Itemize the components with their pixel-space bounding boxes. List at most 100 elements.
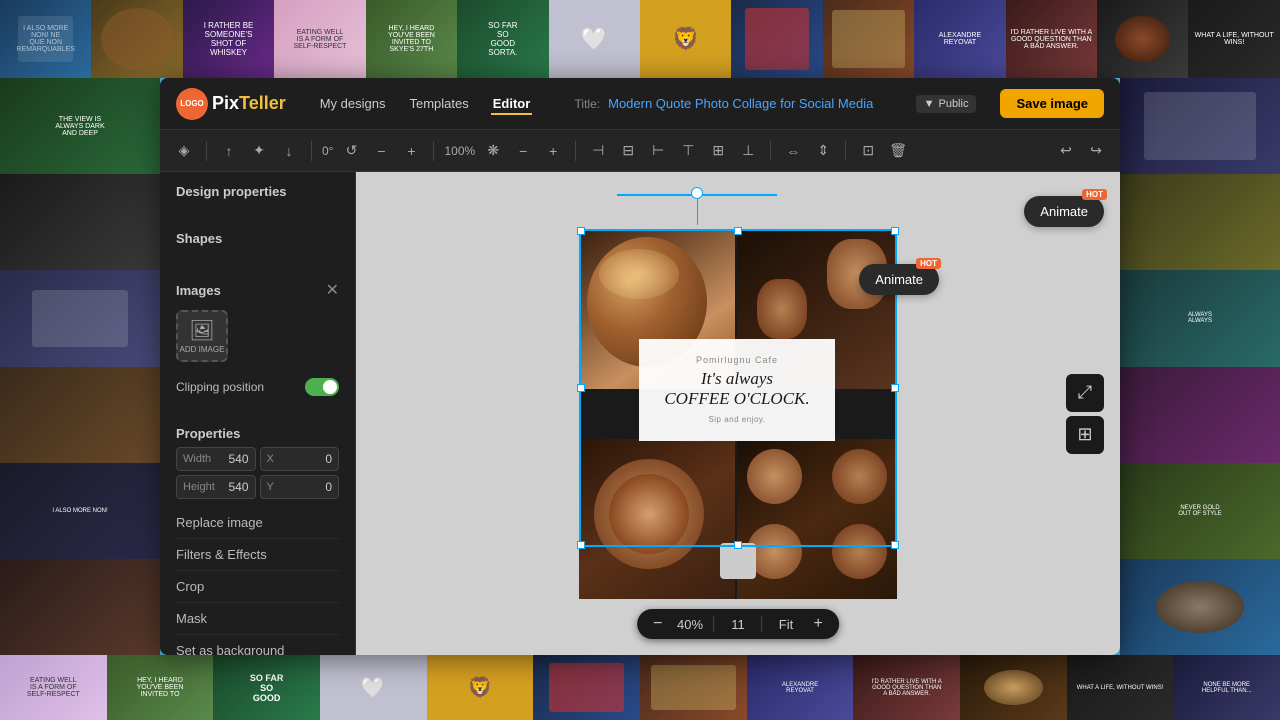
filters-effects-button[interactable]: Filters & Effects bbox=[176, 539, 339, 571]
y-label: Y bbox=[267, 481, 295, 493]
nav-editor[interactable]: Editor bbox=[491, 92, 533, 115]
strip-item[interactable] bbox=[1120, 174, 1280, 270]
strip-item[interactable] bbox=[91, 0, 182, 78]
strip-item[interactable]: I'D RATHER LIVE WITH AGOOD QUESTION THAN… bbox=[853, 655, 960, 720]
strip-item[interactable] bbox=[1120, 367, 1280, 463]
align-middle-icon[interactable]: ⊞ bbox=[706, 139, 730, 163]
clipping-row: Clipping position bbox=[176, 372, 339, 402]
strip-item[interactable] bbox=[0, 367, 160, 463]
strip-item[interactable] bbox=[823, 0, 914, 78]
strip-item[interactable] bbox=[533, 655, 640, 720]
strip-item[interactable] bbox=[731, 0, 822, 78]
strip-item[interactable]: ALEXANDREREYOVAT bbox=[914, 0, 1005, 78]
zoom-plus-icon[interactable]: + bbox=[541, 139, 565, 163]
left-strip: THE VIEW ISALWAYS DARKAND DEEP I ALSO MO… bbox=[0, 78, 160, 655]
plus-icon[interactable]: + bbox=[399, 139, 423, 163]
strip-item[interactable]: ALWAYSALWAYS bbox=[1120, 270, 1280, 366]
image-icon: 🖼 bbox=[189, 318, 214, 343]
mask-button[interactable]: Mask bbox=[176, 603, 339, 635]
width-label: Width bbox=[183, 453, 211, 465]
x-value[interactable]: 0 bbox=[299, 452, 333, 466]
move-down-icon[interactable]: ↓ bbox=[277, 139, 301, 163]
strip-item[interactable] bbox=[1120, 559, 1280, 655]
app-window: LOGO PixTeller My designs Templates Edit… bbox=[160, 78, 1120, 655]
placeholder-element[interactable] bbox=[720, 543, 756, 579]
strip-item[interactable]: ALEXANDREREYOVAT bbox=[747, 655, 854, 720]
strip-item[interactable]: 🤍 bbox=[320, 655, 427, 720]
strip-item[interactable]: I ALSO MORE NON! NEQUE NON REMARQUABLES bbox=[0, 0, 91, 78]
toolbar: ◈ ↑ ✦ ↓ 0° ↺ − + 100% ❋ − + ⊣ ⊟ ⊢ ⊤ ⊞ ⊥ … bbox=[160, 130, 1120, 172]
strip-item[interactable] bbox=[1097, 0, 1188, 78]
clipping-toggle[interactable] bbox=[305, 378, 339, 396]
strip-item[interactable]: HEY, I HEARDYOU'VE BEENINVITED TOSKYE'S … bbox=[366, 0, 457, 78]
flip-v-icon[interactable]: ⇕ bbox=[811, 139, 835, 163]
layers-icon[interactable]: ◈ bbox=[172, 139, 196, 163]
zoom-minus-icon[interactable]: − bbox=[511, 139, 535, 163]
delete-icon[interactable]: 🗑 bbox=[886, 139, 910, 163]
replace-image-button[interactable]: Replace image bbox=[176, 507, 339, 539]
strip-item[interactable]: EATING WELLIS A FORM OFSELF-RESPECT bbox=[0, 655, 107, 720]
top-banner: I ALSO MORE NON! NEQUE NON REMARQUABLES … bbox=[0, 0, 1280, 78]
center-card: Pomirlugnu Cafe It's always COFFEE O'CLO… bbox=[639, 339, 835, 441]
zoom-out-button[interactable]: − bbox=[649, 615, 666, 633]
rotate-icon[interactable]: ↺ bbox=[339, 139, 363, 163]
add-image-button[interactable]: 🖼 ADD IMAGE bbox=[176, 310, 228, 362]
animate-button[interactable]: Animate HOT bbox=[1024, 196, 1104, 227]
expand-icon[interactable]: ⤢ bbox=[1066, 374, 1104, 412]
nav-links: My designs Templates Editor bbox=[318, 92, 533, 115]
toolbar-separator bbox=[311, 141, 312, 161]
strip-item[interactable]: I RATHER BESOMEONE'SSHOT OFWHISKEY bbox=[183, 0, 274, 78]
strip-item[interactable]: HEY, I HEARDYOU'VE BEENINVITED TO bbox=[107, 655, 214, 720]
save-image-button[interactable]: Save image bbox=[1000, 89, 1104, 118]
animate-button[interactable]: Animate HOT bbox=[859, 264, 939, 295]
strip-item[interactable] bbox=[0, 174, 160, 270]
align-bottom-icon[interactable]: ⊥ bbox=[736, 139, 760, 163]
strip-item[interactable]: WHAT A LIFE, WITHOUT WINS! bbox=[1067, 655, 1174, 720]
move-icon[interactable]: ✦ bbox=[247, 139, 271, 163]
strip-item[interactable]: 🦁 bbox=[640, 0, 731, 78]
strip-item[interactable]: 🦁 bbox=[427, 655, 534, 720]
nav-my-designs[interactable]: My designs bbox=[318, 92, 388, 115]
align-center-icon[interactable]: ⊟ bbox=[616, 139, 640, 163]
images-header: Images ✕ bbox=[176, 280, 339, 300]
strip-item[interactable]: SO FARSOGOOD bbox=[213, 655, 320, 720]
strip-item[interactable] bbox=[640, 655, 747, 720]
crop-button[interactable]: Crop bbox=[176, 571, 339, 603]
strip-item[interactable]: NEVER GOLDOUT OF STYLE bbox=[1120, 463, 1280, 559]
strip-item[interactable]: 🤍 bbox=[549, 0, 640, 78]
strip-item[interactable]: THE VIEW ISALWAYS DARKAND DEEP bbox=[0, 78, 160, 174]
strip-item[interactable] bbox=[0, 270, 160, 366]
height-value[interactable]: 540 bbox=[219, 480, 249, 494]
strip-item[interactable]: SO FARSOGOODSORTA. bbox=[457, 0, 548, 78]
y-value[interactable]: 0 bbox=[299, 480, 333, 494]
nav-templates[interactable]: Templates bbox=[407, 92, 470, 115]
width-value[interactable]: 540 bbox=[215, 452, 248, 466]
strip-item[interactable]: I ALSO MORE NON! bbox=[0, 463, 160, 559]
undo-icon[interactable]: ↩ bbox=[1054, 139, 1078, 163]
strip-item[interactable]: EATING WELLIS A FORM OFSELF-RESPECT bbox=[274, 0, 365, 78]
zoom-icon[interactable]: ❋ bbox=[481, 139, 505, 163]
canvas-area: Animate HOT bbox=[356, 172, 1120, 655]
align-left-icon[interactable]: ⊣ bbox=[586, 139, 610, 163]
flip-h-icon[interactable]: ⇔ bbox=[781, 139, 805, 163]
close-images-button[interactable]: ✕ bbox=[326, 280, 339, 300]
height-label: Height bbox=[183, 481, 215, 493]
zoom-fit[interactable]: Fit bbox=[769, 617, 804, 632]
redo-icon[interactable]: ↪ bbox=[1084, 139, 1108, 163]
strip-item[interactable]: WHAT A LIFE, WITHOUT WINS! bbox=[1188, 0, 1279, 78]
frame-icon[interactable]: ⊡ bbox=[856, 139, 880, 163]
strip-item[interactable]: NONE BE MOREHELPFUL THAN... bbox=[1173, 655, 1280, 720]
move-up-icon[interactable]: ↑ bbox=[217, 139, 241, 163]
strip-item[interactable] bbox=[1120, 78, 1280, 174]
set-as-background-button[interactable]: Set as background bbox=[176, 635, 339, 655]
strip-item[interactable] bbox=[0, 559, 160, 655]
visibility-badge[interactable]: ▼ Public bbox=[916, 95, 977, 113]
align-right-icon[interactable]: ⊢ bbox=[646, 139, 670, 163]
strip-item[interactable]: I'D RATHER LIVE WITH AGOOD QUESTION THAN… bbox=[1006, 0, 1097, 78]
zoom-in-button[interactable]: + bbox=[810, 615, 827, 633]
split-icon[interactable]: ⊞ bbox=[1066, 416, 1104, 454]
minus-icon[interactable]: − bbox=[369, 139, 393, 163]
strip-item[interactable] bbox=[960, 655, 1067, 720]
align-top-icon[interactable]: ⊤ bbox=[676, 139, 700, 163]
design-canvas-container[interactable]: Pomirlugnu Cafe It's always COFFEE O'CLO… bbox=[579, 229, 897, 599]
